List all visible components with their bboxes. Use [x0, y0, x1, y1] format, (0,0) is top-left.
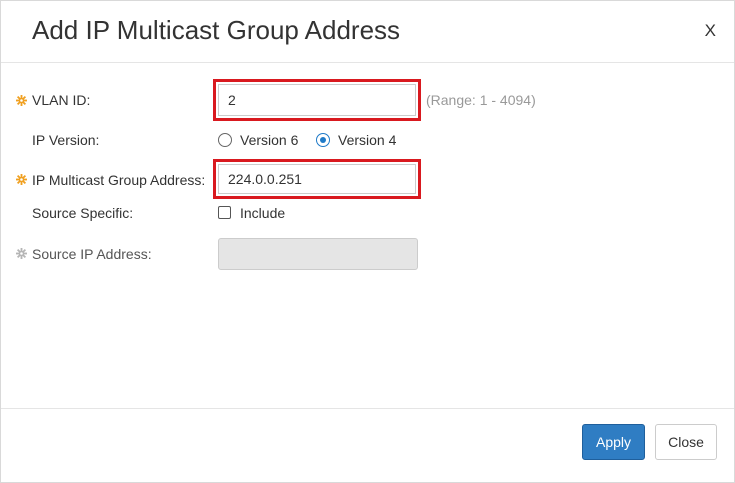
ip-version-label: IP Version:	[32, 132, 100, 148]
source-specific-label: Source Specific:	[32, 205, 134, 221]
version-6-radio[interactable]	[218, 133, 232, 147]
dialog-title: Add IP Multicast Group Address	[32, 15, 401, 45]
source-ip-label: Source IP Address:	[32, 246, 152, 262]
close-button[interactable]: Close	[655, 424, 717, 460]
vlan-id-input[interactable]: 2	[218, 84, 416, 116]
vlan-range-hint: (Range: 1 - 4094)	[426, 92, 536, 108]
footer-divider	[1, 408, 734, 409]
group-address-input[interactable]: 224.0.0.251	[218, 164, 416, 194]
required-icon	[16, 174, 27, 185]
vlan-id-label: VLAN ID:	[32, 92, 91, 108]
required-icon	[16, 95, 27, 106]
dialog-header: Add IP Multicast Group Address X	[1, 1, 734, 63]
source-ip-input	[218, 238, 418, 270]
close-icon[interactable]: X	[705, 21, 716, 41]
group-address-label: IP Multicast Group Address:	[32, 172, 206, 188]
add-multicast-dialog: Add IP Multicast Group Address X VLAN ID…	[0, 0, 735, 483]
version-6-label[interactable]: Version 6	[240, 132, 298, 148]
version-4-label[interactable]: Version 4	[338, 132, 396, 148]
disabled-required-icon	[16, 248, 27, 259]
include-label[interactable]: Include	[240, 205, 285, 221]
version-4-radio[interactable]	[316, 133, 330, 147]
apply-button[interactable]: Apply	[582, 424, 645, 460]
include-checkbox[interactable]	[218, 206, 231, 219]
